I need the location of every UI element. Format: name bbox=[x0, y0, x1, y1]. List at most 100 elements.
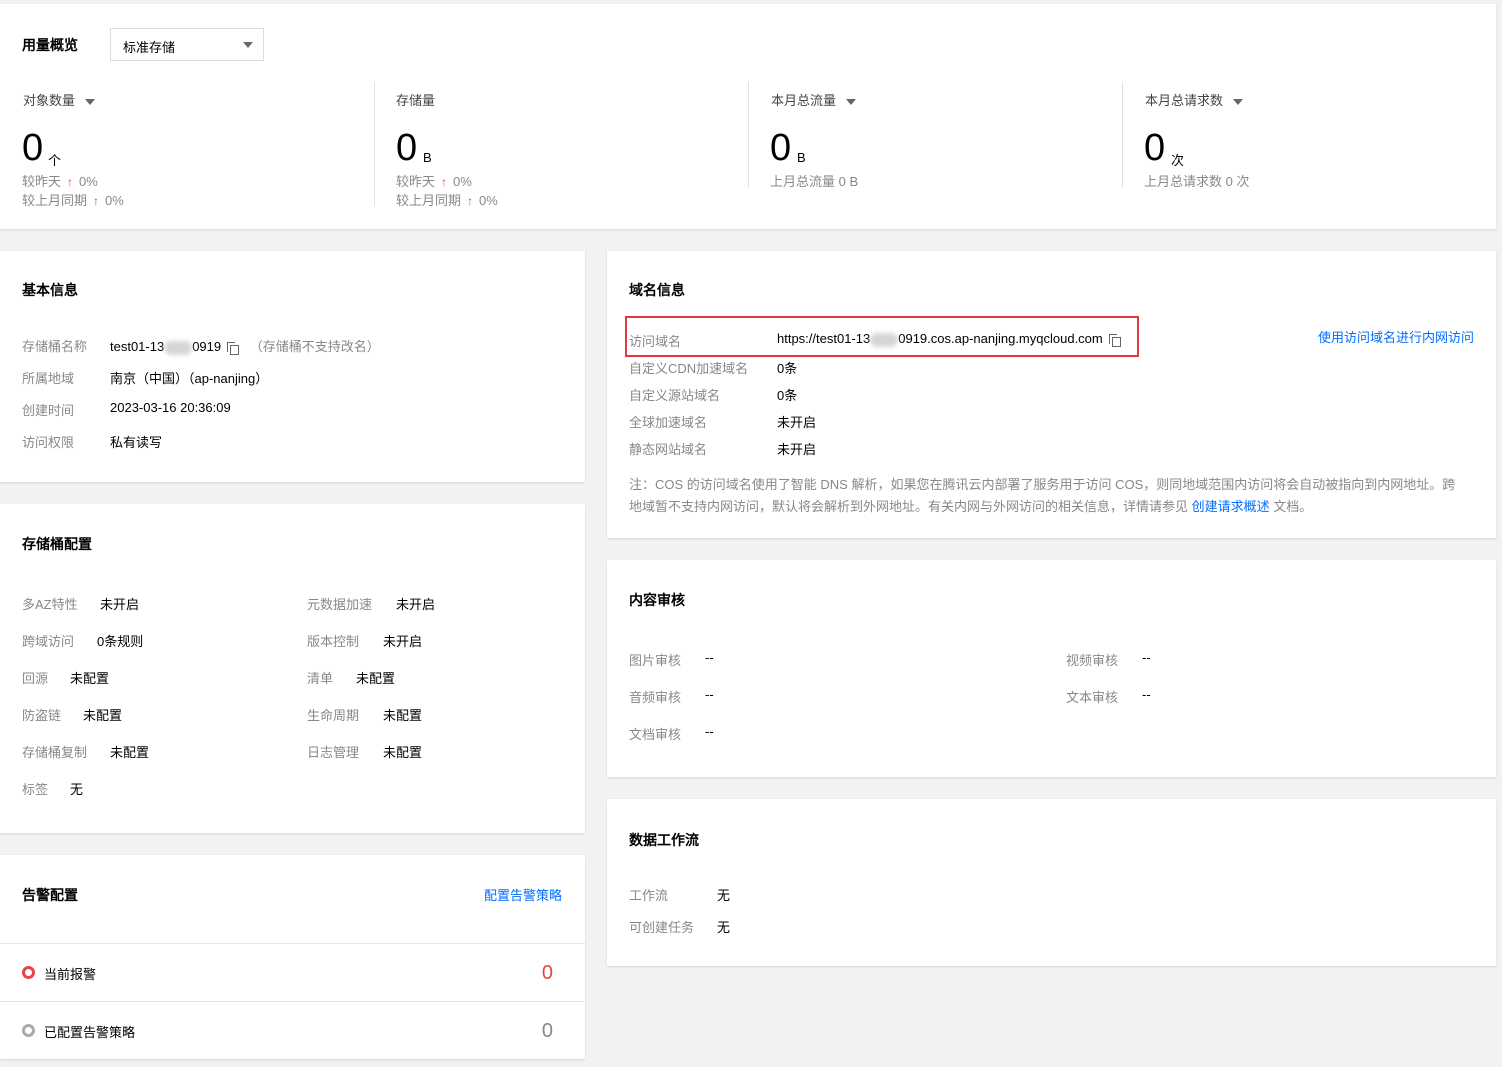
content-audit-card: 内容审核 图片审核 -- 视频审核 -- 音频审核 -- 文本审核 -- 文档审… bbox=[607, 560, 1496, 777]
stat-requests-label[interactable]: 本月总请求数 bbox=[1145, 90, 1244, 109]
text-audit-label: 文本审核 bbox=[1066, 690, 1119, 705]
access-domain-suffix: 0919.cos.ap-nanjing.myqcloud.com bbox=[898, 331, 1103, 346]
arrow-up-icon: ↑ bbox=[441, 175, 448, 189]
config-value-logging[interactable]: 未配置 bbox=[383, 742, 422, 761]
task-value[interactable]: 无 bbox=[717, 917, 730, 936]
config-label-inventory: 清单 bbox=[307, 671, 334, 686]
config-alarm-link[interactable]: 配置告警策略 bbox=[484, 885, 562, 904]
workflow-label: 工作流 bbox=[629, 888, 669, 903]
stat-traffic-unit: B bbox=[797, 150, 806, 165]
config-label-lifecycle: 生命周期 bbox=[307, 708, 360, 723]
stat-traffic-value: 0 bbox=[770, 127, 792, 169]
origin-domain-label: 自定义源站域名 bbox=[629, 388, 721, 403]
access-domain-value: https://test01-13 0919.cos.ap-nanjing.myq… bbox=[777, 331, 1121, 347]
request-overview-link[interactable]: 创建请求概述 bbox=[1192, 499, 1270, 514]
redacted-mask bbox=[870, 332, 899, 347]
config-value-versioning[interactable]: 未开启 bbox=[383, 631, 422, 650]
content-audit-title: 内容审核 bbox=[629, 592, 685, 608]
ring-icon bbox=[22, 1024, 35, 1037]
overview-title: 用量概览 bbox=[22, 37, 78, 53]
workflow-value[interactable]: 无 bbox=[717, 885, 730, 904]
config-value-multi-az[interactable]: 未开启 bbox=[100, 594, 139, 613]
config-label-tags: 标签 bbox=[22, 782, 49, 797]
bucket-name-suffix: 0919 bbox=[192, 339, 222, 354]
divider bbox=[374, 82, 375, 206]
config-value-lifecycle[interactable]: 未配置 bbox=[383, 705, 422, 724]
config-value-hotlink[interactable]: 未配置 bbox=[83, 705, 122, 724]
bucket-name-value: test01-13 0919 （存储桶不支持改名） bbox=[110, 336, 380, 355]
acl-value: 私有读写 bbox=[110, 435, 163, 450]
configured-alarm-label: 已配置告警策略 bbox=[44, 1025, 136, 1040]
text-audit-value: -- bbox=[1142, 687, 1151, 702]
stat-traffic-last: 上月总流量 0 B bbox=[770, 174, 859, 189]
data-workflow-title: 数据工作流 bbox=[629, 832, 699, 848]
video-audit-label: 视频审核 bbox=[1066, 653, 1119, 668]
stat-object-count-day: 较昨天 ↑ 0% bbox=[22, 174, 98, 189]
domain-note-line1: 注：COS 的访问域名使用了智能 DNS 解析，如果您在腾讯云内部署了服务用于访… bbox=[629, 477, 1456, 492]
stat-storage-unit: B bbox=[423, 150, 432, 165]
stat-storage-label: 存储量 bbox=[396, 93, 436, 108]
stat-requests-unit: 次 bbox=[1171, 153, 1185, 168]
stat-requests-value: 0 bbox=[1144, 127, 1166, 169]
domain-info-title: 域名信息 bbox=[629, 282, 685, 298]
config-value-inventory[interactable]: 未配置 bbox=[356, 668, 395, 687]
global-accel-value[interactable]: 未开启 bbox=[777, 412, 816, 431]
stat-object-count-label[interactable]: 对象数量 bbox=[23, 90, 96, 109]
bucket-name-note: （存储桶不支持改名） bbox=[249, 339, 380, 354]
config-value-metadata[interactable]: 未开启 bbox=[396, 594, 435, 613]
alarm-config-card: 告警配置 配置告警策略 当前报警 0 已配置告警策略 0 bbox=[0, 855, 585, 1059]
configured-alarm-count: 0 bbox=[541, 1020, 553, 1042]
chevron-down-icon bbox=[846, 98, 857, 105]
stat-storage-day: 较昨天 ↑ 0% bbox=[396, 174, 472, 189]
copy-icon[interactable] bbox=[227, 341, 240, 355]
redacted-mask bbox=[164, 340, 193, 355]
task-label: 可创建任务 bbox=[629, 920, 695, 935]
domain-note-line2: 地域暂不支持内网访问，默认将会解析到外网地址。有关内网与外网访问的相关信息，详情… bbox=[629, 499, 1313, 514]
config-label-multi-az: 多AZ特性 bbox=[22, 597, 78, 612]
config-label-origin: 回源 bbox=[22, 671, 49, 686]
access-domain-prefix: https://test01-13 bbox=[777, 331, 871, 346]
stat-storage-value: 0 bbox=[396, 127, 418, 169]
arrow-up-icon: ↑ bbox=[467, 194, 474, 208]
copy-icon[interactable] bbox=[1108, 333, 1121, 347]
bucket-config-card: 存储桶配置 多AZ特性 未开启 跨域访问 0条规则 回源 未配置 防盗链 未配置… bbox=[0, 504, 585, 833]
config-value-origin[interactable]: 未配置 bbox=[70, 668, 109, 687]
storage-class-select[interactable]: 标准存储 bbox=[110, 28, 264, 61]
access-domain-label: 访问域名 bbox=[629, 334, 682, 349]
basic-info-card: 基本信息 存储桶名称 test01-13 0919 （存储桶不支持改名） 所属地域… bbox=[0, 251, 585, 482]
config-value-tags[interactable]: 无 bbox=[70, 779, 83, 798]
divider bbox=[0, 943, 585, 944]
cdn-domain-value[interactable]: 0条 bbox=[777, 358, 797, 377]
bucket-name-prefix: test01-13 bbox=[110, 339, 165, 354]
created-value: 2023-03-16 20:36:09 bbox=[110, 400, 231, 415]
divider bbox=[0, 1001, 585, 1002]
config-label-logging: 日志管理 bbox=[307, 745, 360, 760]
region-label: 所属地域 bbox=[22, 371, 75, 386]
stat-object-count-unit: 个 bbox=[48, 153, 62, 168]
doc-audit-value: -- bbox=[705, 724, 714, 739]
region-value: 南京（中国）（ap-nanjing） bbox=[110, 371, 269, 386]
bucket-name-label: 存储桶名称 bbox=[22, 339, 88, 354]
current-alarm-label: 当前报警 bbox=[44, 967, 97, 982]
divider bbox=[748, 82, 749, 188]
static-site-value[interactable]: 未开启 bbox=[777, 439, 816, 458]
acl-label: 访问权限 bbox=[22, 435, 75, 450]
data-workflow-card: 数据工作流 工作流 无 可创建任务 无 bbox=[607, 799, 1496, 966]
chevron-down-icon bbox=[1233, 98, 1244, 105]
video-audit-value: -- bbox=[1142, 650, 1151, 665]
arrow-up-icon: ↑ bbox=[67, 175, 74, 189]
image-audit-value: -- bbox=[705, 650, 714, 665]
origin-domain-value[interactable]: 0条 bbox=[777, 385, 797, 404]
current-alarm-count: 0 bbox=[541, 962, 553, 984]
static-site-label: 静态网站域名 bbox=[629, 442, 708, 457]
config-value-cors[interactable]: 0条规则 bbox=[97, 631, 143, 650]
config-label-cors: 跨域访问 bbox=[22, 634, 75, 649]
config-value-replication[interactable]: 未配置 bbox=[110, 742, 149, 761]
chevron-down-icon bbox=[85, 98, 96, 105]
audio-audit-value: -- bbox=[705, 687, 714, 702]
stat-requests-last: 上月总请求数 0 次 bbox=[1144, 174, 1250, 189]
internal-access-link[interactable]: 使用访问域名进行内网访问 bbox=[1318, 327, 1474, 346]
usage-overview-card: 用量概览 标准存储 对象数量 0 个 较昨天 ↑ 0% 较上月同期 ↑ 0% 存储量 0… bbox=[0, 4, 1496, 229]
stat-traffic-label[interactable]: 本月总流量 bbox=[771, 90, 857, 109]
image-audit-label: 图片审核 bbox=[629, 653, 682, 668]
